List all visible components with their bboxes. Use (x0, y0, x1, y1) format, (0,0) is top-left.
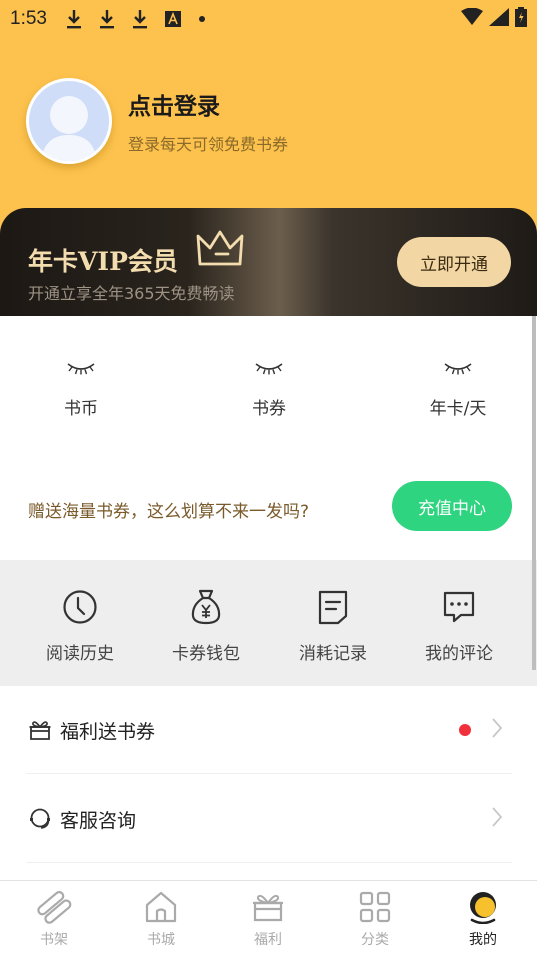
tab-bookstore[interactable]: 书城 (121, 889, 201, 949)
download-icon (65, 8, 83, 30)
consumption-record-button[interactable]: 消耗记录 (273, 588, 393, 664)
tab-label: 福利 (254, 932, 282, 948)
menu-item-welfare-vouchers[interactable]: 福利送书券 (0, 686, 537, 774)
scrollbar[interactable] (532, 316, 536, 670)
login-title[interactable]: 点击登录 (128, 87, 288, 121)
grid-icon (335, 889, 415, 925)
balance-stats: 书币 书券 年卡/天 (0, 316, 537, 452)
profile-icon (443, 889, 523, 925)
recharge-center-button[interactable]: 充值中心 (392, 481, 512, 531)
eye-closed-icon (398, 360, 518, 382)
chevron-right-icon (491, 717, 503, 743)
stat-coins[interactable]: 书币 (21, 360, 141, 419)
tab-label: 书城 (147, 932, 175, 948)
my-comments-button[interactable]: 我的评论 (399, 588, 519, 664)
new-badge (459, 724, 471, 736)
stat-label: 书券 (252, 399, 286, 419)
tab-category[interactable]: 分类 (335, 889, 415, 949)
tab-label: 书架 (40, 932, 68, 948)
vip-title: 年卡VIP会员 (28, 247, 178, 276)
gift-icon (228, 889, 308, 925)
wifi-icon (461, 7, 483, 30)
card-wallet-button[interactable]: 卡券钱包 (146, 588, 266, 664)
login-profile[interactable]: 点击登录 登录每天可领免费书券 (26, 78, 288, 164)
login-subtitle: 登录每天可领免费书券 (128, 135, 289, 154)
download-icon (131, 8, 149, 30)
notification-dot-icon (198, 16, 205, 22)
stat-annual-days[interactable]: 年卡/天 (398, 360, 518, 419)
eye-closed-icon (209, 360, 329, 382)
comment-icon (399, 588, 519, 626)
bottom-tab-bar: 书架 书城 福利 分类 我的 (0, 880, 537, 956)
vip-membership-card[interactable]: 年卡VIP会员 开通立享全年365天免费畅读 立即开通 (0, 208, 537, 316)
default-avatar-icon (41, 96, 97, 161)
tab-welfare[interactable]: 福利 (228, 889, 308, 949)
a-icon (164, 8, 182, 30)
headset-icon (28, 807, 52, 831)
quick-actions: 阅读历史 卡券钱包 消耗记录 我的评论 (0, 560, 537, 686)
chevron-right-icon (491, 806, 503, 832)
status-time: 1:53 (10, 8, 47, 29)
crown-icon (196, 228, 244, 274)
battery-icon (515, 7, 527, 31)
quick-label: 阅读历史 (46, 644, 114, 664)
tab-bookshelf[interactable]: 书架 (14, 889, 94, 949)
tab-mine[interactable]: 我的 (443, 889, 523, 949)
home-icon (121, 889, 201, 925)
status-bar: 1:53 (0, 0, 537, 38)
quick-label: 消耗记录 (299, 644, 367, 664)
quick-label: 我的评论 (425, 644, 493, 664)
menu-label: 客服咨询 (60, 809, 137, 832)
gift-icon (28, 718, 52, 742)
menu-label: 福利送书券 (60, 720, 156, 743)
stat-label: 书币 (64, 399, 98, 419)
avatar[interactable] (26, 78, 112, 164)
tab-label: 我的 (469, 932, 497, 948)
promo-text: 赠送海量书券，这么划算不来一发吗? (28, 502, 310, 522)
signal-icon (489, 8, 509, 30)
divider (26, 862, 512, 863)
stat-vouchers[interactable]: 书券 (209, 360, 329, 419)
money-bag-icon (146, 588, 266, 626)
bookshelf-icon (14, 889, 94, 925)
quick-label: 卡券钱包 (172, 644, 240, 664)
stat-label: 年卡/天 (429, 399, 487, 419)
clock-icon (20, 588, 140, 626)
record-icon (273, 588, 393, 626)
divider (26, 773, 512, 774)
eye-closed-icon (21, 360, 141, 382)
download-icon (98, 8, 116, 30)
menu-item-customer-service[interactable]: 客服咨询 (0, 775, 537, 863)
vip-subtitle: 开通立享全年365天免费畅读 (28, 284, 235, 303)
activate-vip-button[interactable]: 立即开通 (397, 237, 511, 287)
tab-label: 分类 (361, 932, 389, 948)
recharge-promo: 赠送海量书券，这么划算不来一发吗? 充值中心 (0, 452, 537, 560)
reading-history-button[interactable]: 阅读历史 (20, 588, 140, 664)
